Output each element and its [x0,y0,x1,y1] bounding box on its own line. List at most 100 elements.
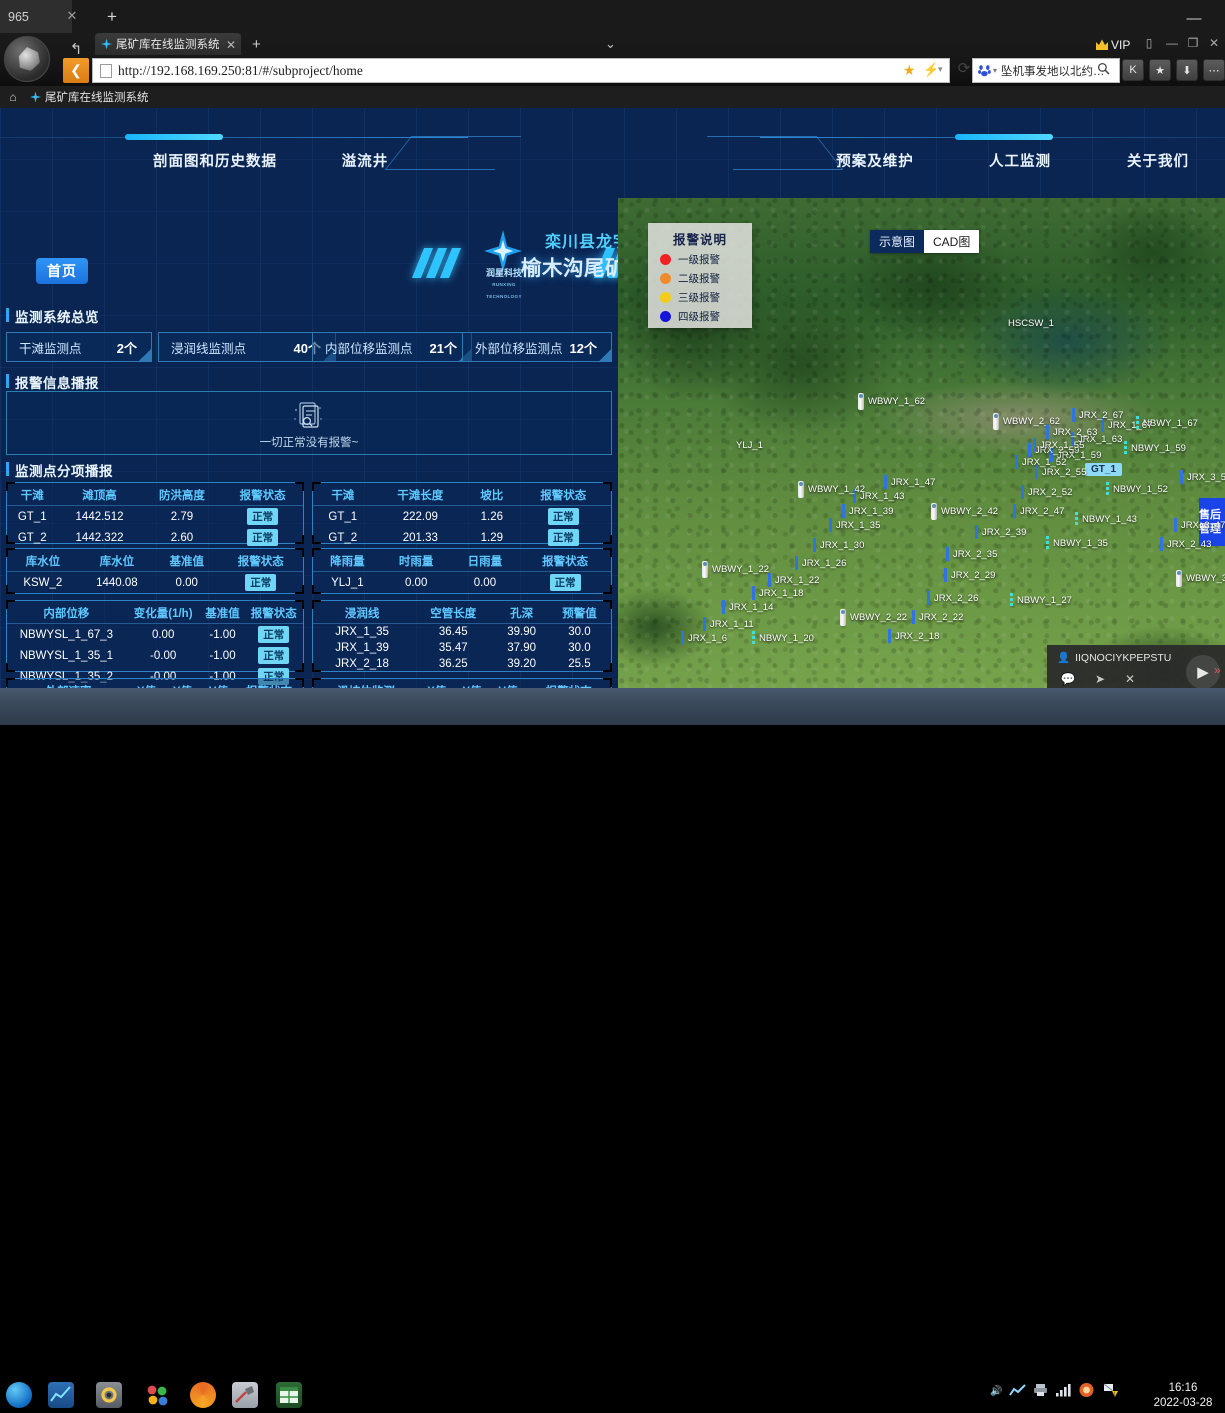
bookmark-item[interactable]: 尾矿库在线监测系统 [30,89,149,105]
overview-card-internal[interactable]: 内部位移监测点 21个 [312,332,472,362]
tray-flag-icon[interactable]: ! [1102,1382,1119,1401]
map-marker[interactable]: NBWY_1_52 [1106,482,1168,496]
map-marker[interactable]: NBWY_1_43 [1075,512,1137,526]
overview-card-external[interactable]: 外部位移监测点 12个 [462,332,612,362]
taskbar-colors-app-icon[interactable] [144,1382,170,1408]
nav-item-home[interactable]: 首页 [36,258,88,284]
map-marker[interactable]: JRX_1_55 [1033,438,1084,452]
map-marker[interactable]: NBWY_1_20 [752,631,814,645]
nav-item-profile-history[interactable]: 剖面图和历史数据 [122,150,308,171]
taskbar-spreadsheet-icon[interactable] [276,1382,302,1408]
table-row[interactable]: GT_11442.5122.79正常 [7,506,303,528]
map-marker[interactable]: JRX_1_14 [722,600,773,614]
taskbar-tool-icon[interactable] [232,1382,258,1408]
start-button[interactable] [6,1382,32,1408]
taskbar-chart-app-icon[interactable] [48,1382,74,1408]
window-minimize-icon[interactable]: — [1163,36,1181,52]
nav-item-manual-monitor[interactable]: 人工监测 [955,150,1085,171]
nav-item-overflow-well[interactable]: 溢流井 [300,150,430,171]
map-marker[interactable]: JRX_2_52 [1021,485,1072,499]
map-marker[interactable]: JRX_1_35 [829,518,880,532]
tray-printer-icon[interactable] [1033,1383,1048,1400]
favorites-button[interactable]: ★ [1149,59,1171,81]
chat-bubble-icon[interactable]: 💬 [1057,672,1079,689]
chevron-down-icon[interactable]: ▾ [938,64,943,75]
bookmark-star-icon[interactable]: ★ [903,62,916,79]
map-marker[interactable]: JRX_2_39 [975,525,1026,539]
map-marker[interactable]: NBWY_1_27 [1010,593,1072,607]
map-marker[interactable]: WBWY_2_22 [840,609,907,626]
table-row[interactable]: JRX_2_1836.2539.2025.5 [313,656,611,672]
nav-item-about-us[interactable]: 关于我们 [1093,150,1223,171]
map-marker[interactable]: JRX_1_30 [813,538,864,552]
browser-tab[interactable]: 尾矿库在线监测系统 [95,33,241,55]
map-marker[interactable]: NBWY_1_59 [1124,441,1186,455]
map-marker[interactable]: YLJ_1 [736,440,763,451]
map-marker[interactable]: JRX_2_22 [912,610,963,624]
speaker-icon[interactable]: 🔊 [990,1386,1002,1397]
map-marker[interactable]: WBWY_2_42 [931,503,998,520]
map-chip-gt1[interactable]: GT_1 [1085,463,1122,476]
browser-tab-close-icon[interactable]: ✕ [226,38,236,52]
chevron-down-icon[interactable]: ⌄ [605,36,616,52]
table-row[interactable]: GT_21442.3222.60正常 [7,527,303,548]
browser-new-tab-button[interactable]: + [252,36,261,53]
map-marker[interactable]: WBWY_1_62 [858,393,925,410]
map-marker[interactable]: JRX_1_11 [703,617,754,631]
window-minimize-button[interactable]: — [1183,10,1205,24]
expand-chevron-icon[interactable]: » [1214,663,1221,677]
window-close-icon[interactable]: ✕ [1205,36,1223,52]
map-marker[interactable]: JRX_2_43 [1160,537,1211,551]
map-marker[interactable]: JRX_1_39 [842,504,893,518]
map-marker[interactable]: WBWY_1_42 [798,481,865,498]
window-maximize-icon[interactable]: ❐ [1184,36,1202,52]
address-bar[interactable]: http://192.168.169.250:81/#/subproject/h… [92,58,950,83]
tray-signal-icon[interactable] [1055,1383,1071,1400]
map-marker[interactable]: JRX_2_18 [888,629,939,643]
navigate-back-button[interactable]: ❮ [63,58,89,83]
search-engine-caret-icon[interactable]: ▾ [993,66,997,75]
table-row[interactable]: JRX_1_3536.4539.9030.0 [313,624,611,641]
map-marker[interactable]: JRX_1_52 [1015,455,1066,469]
map-marker[interactable]: WBWY_1_22 [702,561,769,578]
window-tab-close-icon[interactable]: ✕ [65,9,79,23]
table-row[interactable]: KSW_21440.080.00正常 [7,572,303,594]
map-marker[interactable]: JRX_1_6 [681,631,727,645]
map-marker[interactable]: HSCSW_1 [1008,318,1054,329]
overview-card-gantan[interactable]: 干滩监测点 2个 [6,332,152,362]
table-row[interactable]: YLJ_10.000.00正常 [313,572,611,594]
table-row[interactable]: NBWYSL_1_35_1-0.00-1.00正常 [7,645,303,666]
map-marker[interactable]: JRX_1_22 [768,573,819,587]
reload-button[interactable]: ⟳ [955,59,973,81]
map-marker[interactable]: JRX_2_47 [1013,504,1064,518]
window-restore-small-icon[interactable]: ▯ [1140,36,1158,52]
map-marker[interactable]: NBWY_1_35 [1046,536,1108,550]
tray-antivirus-icon[interactable] [1078,1382,1095,1401]
taskbar-clock[interactable]: 16:16 2022-03-28 [1148,1381,1218,1411]
map-marker[interactable]: JRX_1_26 [795,556,846,570]
map-marker[interactable]: JRX_2_29 [944,568,995,582]
map-marker[interactable]: JRX_1_47 [884,475,935,489]
map-marker[interactable]: WBWY_3 [1176,570,1225,587]
overview-card-saturation[interactable]: 浸润线监测点 40个 [158,332,336,362]
taskbar-browser-icon[interactable] [190,1382,216,1408]
map-view-toggle[interactable]: 示意图 CAD图 [870,230,979,253]
table-row[interactable]: NBWYSL_1_67_30.00-1.00正常 [7,624,303,646]
vip-badge[interactable]: VIP [1096,36,1130,53]
close-circle-icon[interactable]: ✕ [1119,672,1141,689]
window-tab[interactable]: 965 [0,0,72,33]
taskbar-settings-icon[interactable] [96,1382,122,1408]
k-extension-button[interactable]: K [1122,59,1144,81]
map-marker[interactable]: JRX_2_35 [946,547,997,561]
map-marker[interactable]: JRX_2_26 [927,591,978,605]
nav-item-plan-maintenance[interactable]: 预案及维护 [810,150,940,171]
table-row[interactable]: GT_1222.091.26正常 [313,506,611,528]
map-marker[interactable]: JRX_2_67 [1072,408,1123,422]
new-window-tab-button[interactable]: + [102,7,122,27]
lightning-icon[interactable]: ⚡ [923,62,939,78]
downloads-button[interactable]: ⬇ [1176,59,1198,81]
toggle-schematic[interactable]: 示意图 [870,230,924,253]
toggle-cad[interactable]: CAD图 [924,230,979,253]
table-row[interactable]: GT_2201.331.29正常 [313,527,611,548]
table-row[interactable]: JRX_1_3935.4737.9030.0 [313,640,611,656]
